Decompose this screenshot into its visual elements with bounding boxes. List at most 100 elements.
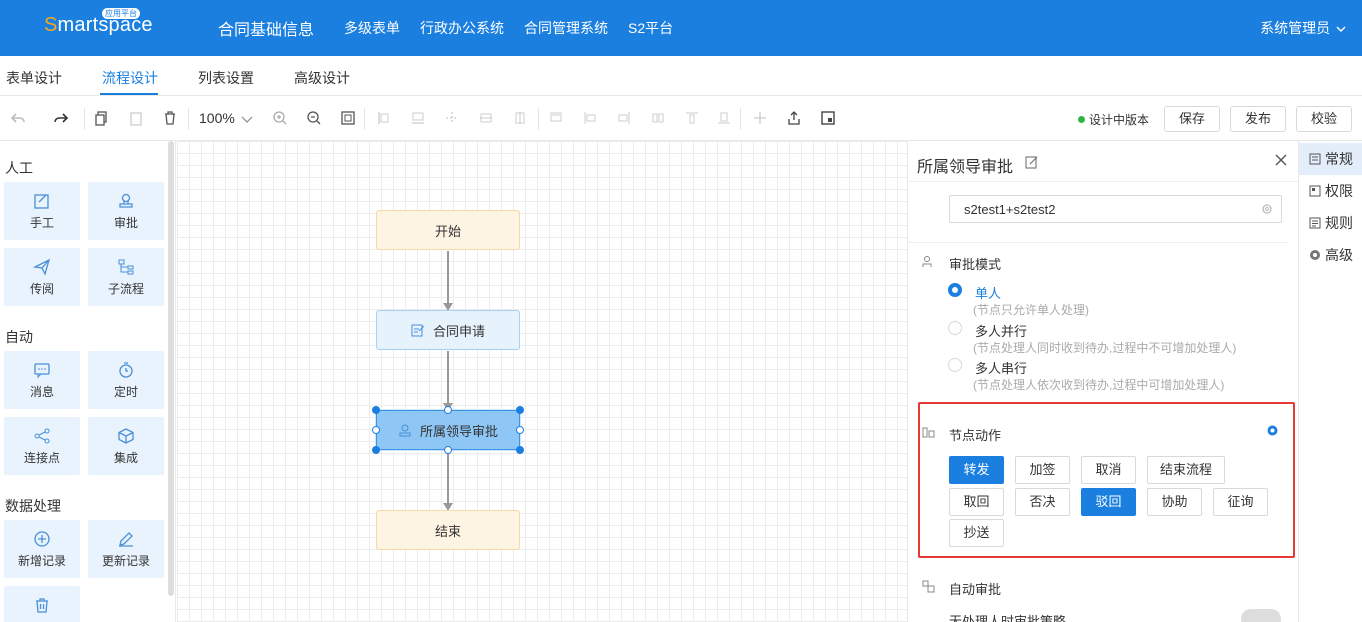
flow-node-start[interactable]: 开始 <box>376 210 520 250</box>
flow-node-contract-apply[interactable]: 合同申请 <box>376 310 520 350</box>
distribute-right-icon[interactable] <box>616 110 632 126</box>
action-reject-button[interactable]: 驳回 <box>1081 488 1136 516</box>
align-middle-icon[interactable] <box>478 110 494 126</box>
action-cancel-button[interactable]: 取消 <box>1081 456 1136 484</box>
participants-field[interactable]: s2test1+s2test2 <box>949 195 1282 223</box>
connect-handle[interactable] <box>444 406 452 414</box>
tab-list-settings[interactable]: 列表设置 <box>198 68 254 88</box>
close-icon[interactable] <box>1274 153 1288 167</box>
validate-button[interactable]: 校验 <box>1296 106 1352 132</box>
connect-handle[interactable] <box>444 446 452 454</box>
permission-icon <box>1309 185 1321 197</box>
side-tab-permission[interactable]: 权限 <box>1299 175 1362 207</box>
palette-item-add-record[interactable]: 新增记录 <box>4 520 80 578</box>
distribute-h-icon[interactable] <box>650 110 666 126</box>
connect-handle[interactable] <box>516 426 524 434</box>
palette-item-message[interactable]: 消息 <box>4 351 80 409</box>
save-button[interactable]: 保存 <box>1164 106 1220 132</box>
action-countersign-button[interactable]: 加签 <box>1015 456 1070 484</box>
gear-icon[interactable] <box>1261 203 1273 215</box>
nav-item-contract-mgmt[interactable]: 合同管理系统 <box>524 18 608 38</box>
paste-icon[interactable] <box>128 110 144 126</box>
delete-icon[interactable] <box>162 110 178 126</box>
flow-node-end[interactable]: 结束 <box>376 510 520 550</box>
publish-button[interactable]: 发布 <box>1230 106 1286 132</box>
distribute-top-icon[interactable] <box>548 110 564 126</box>
user-menu[interactable]: 系统管理员 <box>1260 18 1346 38</box>
palette-item-update-record[interactable]: 更新记录 <box>88 520 164 578</box>
resize-handle[interactable] <box>372 406 380 414</box>
edit-icon[interactable] <box>1025 155 1039 169</box>
align-center-icon[interactable] <box>444 110 460 126</box>
general-icon <box>1309 153 1321 165</box>
user-group-icon <box>922 256 932 267</box>
message-icon <box>34 363 50 379</box>
nav-item-s2[interactable]: S2平台 <box>628 18 673 38</box>
flow-canvas[interactable]: 开始 合同申请 所属领导审批 结束 <box>177 141 907 622</box>
side-tab-label: 高级 <box>1325 247 1353 263</box>
side-tab-rules[interactable]: 规则 <box>1299 207 1362 239</box>
side-tab-general[interactable]: 常规 <box>1299 143 1362 175</box>
flow-node-leader-approve[interactable]: 所属领导审批 <box>376 410 520 450</box>
connect-handle[interactable] <box>372 426 380 434</box>
palette-item-subprocess[interactable]: 子流程 <box>88 248 164 306</box>
palette-item-integration[interactable]: 集成 <box>88 417 164 475</box>
palette-item-delete-record[interactable] <box>4 586 80 622</box>
align-bottom-icon[interactable] <box>410 110 426 126</box>
zoom-in-icon[interactable] <box>272 110 288 126</box>
action-cc-button[interactable]: 抄送 <box>949 519 1004 547</box>
palette-item-circulate[interactable]: 传阅 <box>4 248 80 306</box>
move-icon[interactable] <box>752 110 768 126</box>
action-consult-button[interactable]: 征询 <box>1213 488 1268 516</box>
resize-handle[interactable] <box>516 446 524 454</box>
palette-scrollbar[interactable] <box>168 141 174 596</box>
active-tab-indicator <box>100 93 158 95</box>
distribute-bottom-icon[interactable] <box>716 110 732 126</box>
tab-form-design[interactable]: 表单设计 <box>6 68 62 88</box>
logo[interactable]: Smartspace 应用平台 <box>44 8 153 44</box>
distribute-v-icon[interactable] <box>684 110 700 126</box>
fullscreen-icon[interactable] <box>820 110 836 126</box>
palette-item-timer[interactable]: 定时 <box>88 351 164 409</box>
side-tab-advanced[interactable]: 高级 <box>1299 239 1362 271</box>
align-left-icon[interactable] <box>376 110 392 126</box>
radio-label[interactable]: 多人串行 <box>975 358 1027 377</box>
undo-icon[interactable] <box>10 110 26 126</box>
edit-icon <box>34 194 49 209</box>
action-forward-button[interactable]: 转发 <box>949 456 1004 484</box>
palette-item-approve[interactable]: 审批 <box>88 182 164 240</box>
nav-item-contract-info[interactable]: 合同基础信息 <box>218 16 314 40</box>
flow-edge <box>447 251 449 303</box>
radio-label[interactable]: 单人 <box>975 283 1001 302</box>
gear-icon[interactable] <box>1266 424 1279 437</box>
copy-icon[interactable] <box>94 110 110 126</box>
action-veto-button[interactable]: 否决 <box>1015 488 1070 516</box>
palette-item-manual[interactable]: 手工 <box>4 182 80 240</box>
palette-item-label: 传阅 <box>29 282 54 296</box>
action-retrieve-button[interactable]: 取回 <box>949 488 1004 516</box>
radio-serial[interactable] <box>948 358 962 372</box>
zoom-out-icon[interactable] <box>306 110 322 126</box>
tab-advanced-design[interactable]: 高级设计 <box>294 68 350 88</box>
distribute-left-icon[interactable] <box>582 110 598 126</box>
radio-single[interactable] <box>948 283 962 297</box>
resize-handle[interactable] <box>516 406 524 414</box>
side-tab-label: 常规 <box>1325 151 1353 167</box>
no-handler-toggle[interactable] <box>1241 609 1281 622</box>
resize-handle[interactable] <box>372 446 380 454</box>
radio-parallel[interactable] <box>948 321 962 335</box>
nav-item-office[interactable]: 行政办公系统 <box>420 18 504 38</box>
action-assist-button[interactable]: 协助 <box>1147 488 1202 516</box>
toolbar: 100% 设计中版本 保存 发布 校验 <box>0 96 1362 141</box>
nav-item-multilevel-form[interactable]: 多级表单 <box>344 18 400 38</box>
tab-flow-design[interactable]: 流程设计 <box>102 68 158 88</box>
toolbar-divider <box>538 108 539 130</box>
align-vertical-icon[interactable] <box>512 110 528 126</box>
redo-icon[interactable] <box>53 110 69 126</box>
radio-label[interactable]: 多人并行 <box>975 321 1027 340</box>
zoom-select[interactable]: 100% <box>199 110 253 126</box>
palette-item-connector[interactable]: 连接点 <box>4 417 80 475</box>
action-end-flow-button[interactable]: 结束流程 <box>1147 456 1225 484</box>
fit-view-icon[interactable] <box>340 110 356 126</box>
export-icon[interactable] <box>786 110 802 126</box>
